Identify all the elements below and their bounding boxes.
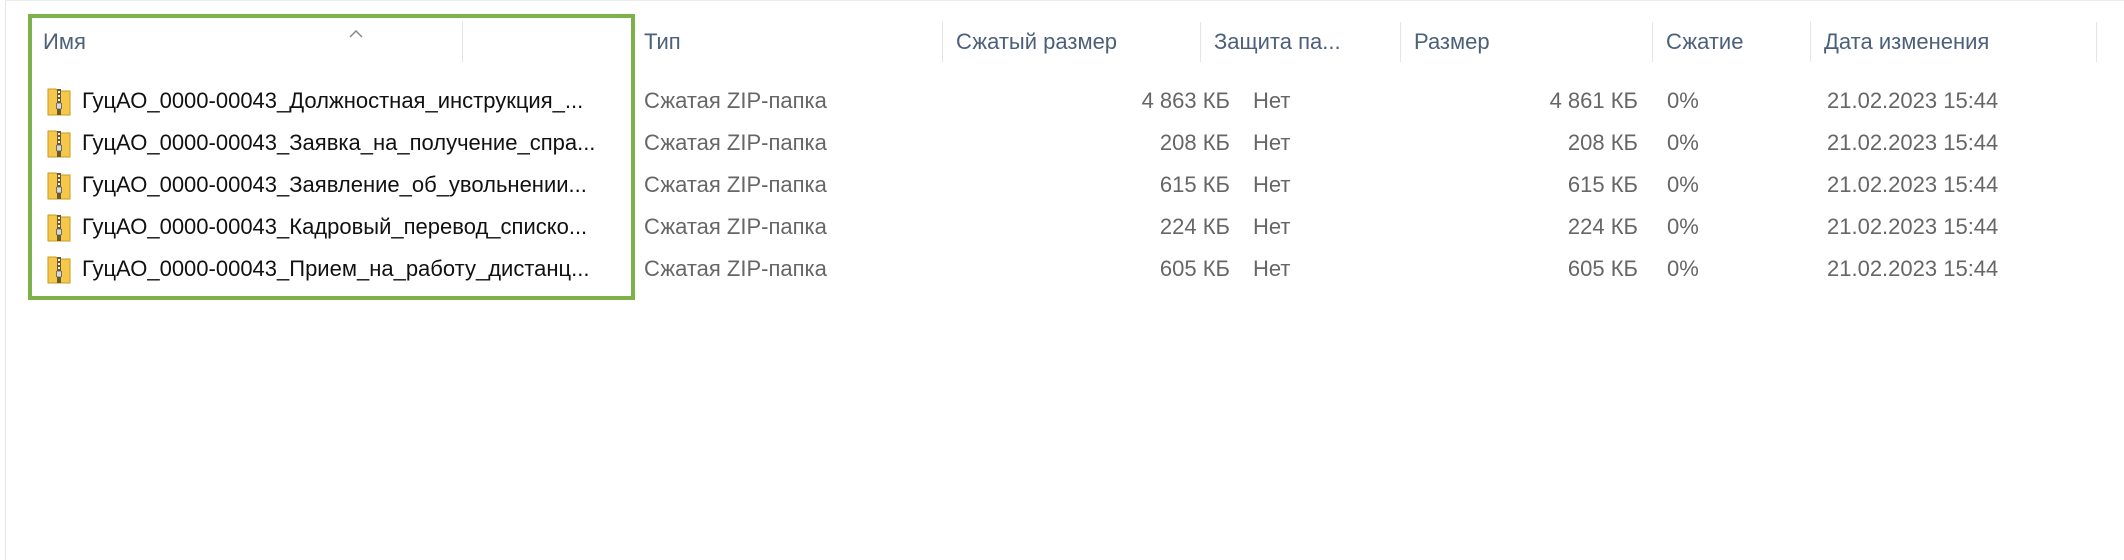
file-compressed-size: 4 863 КБ [1141,88,1230,113]
file-name[interactable]: ГуцАО_0000-00043_Должностная_инструкция_… [82,80,652,122]
column-header-size-label: Размер [1414,29,1490,54]
file-modified: 21.02.2023 15:44 [1827,130,1999,155]
file-name[interactable]: ГуцАО_0000-00043_Прием_на_работу_дистанц… [82,248,652,290]
file-size: 208 КБ [1567,130,1638,155]
file-ratio: 0% [1667,88,1699,113]
file-password-protected: Нет [1253,130,1291,155]
file-size: 605 КБ [1567,256,1638,281]
zip-folder-icon [47,172,71,200]
file-type: Сжатая ZIP-папка [644,214,827,239]
file-name[interactable]: ГуцАО_0000-00043_Заявка_на_получение_спр… [82,122,652,164]
column-header-modified-label: Дата изменения [1824,29,1990,54]
file-row[interactable]: ГуцАО_0000-00043_Должностная_инструкция_… [30,80,2110,122]
file-row[interactable]: ГуцАО_0000-00043_Заявление_об_увольнении… [30,164,2110,206]
file-ratio: 0% [1667,214,1699,239]
zip-folder-icon [47,256,71,284]
column-header-size[interactable]: Размер [1401,22,1651,62]
zip-folder-icon [47,214,71,242]
file-type: Сжатая ZIP-папка [644,172,827,197]
column-header-compressed-size[interactable]: Сжатый размер [943,22,1198,62]
file-modified: 21.02.2023 15:44 [1827,88,1999,113]
column-header-type-label: Тип [644,29,681,54]
file-compressed-size: 615 КБ [1159,172,1230,197]
file-type: Сжатая ZIP-папка [644,130,827,155]
column-header-password-protected-label: Защита па... [1214,29,1341,54]
file-password-protected: Нет [1253,256,1291,281]
file-size: 224 КБ [1567,214,1638,239]
file-size: 4 861 КБ [1549,88,1638,113]
file-compressed-size: 224 КБ [1159,214,1230,239]
column-header-row: Имя Тип Сжатый размер Защита па... Разме… [30,22,2110,62]
column-header-type[interactable]: Тип [631,22,901,62]
file-ratio: 0% [1667,172,1699,197]
file-password-protected: Нет [1253,88,1291,113]
file-ratio: 0% [1667,130,1699,155]
column-header-name-label: Имя [43,29,86,54]
file-size: 615 КБ [1567,172,1638,197]
file-ratio: 0% [1667,256,1699,281]
file-name[interactable]: ГуцАО_0000-00043_Заявление_об_увольнении… [82,164,652,206]
file-row[interactable]: ГуцАО_0000-00043_Прием_на_работу_дистанц… [30,248,2110,290]
column-header-password-protected[interactable]: Защита па... [1201,22,1399,62]
column-header-name[interactable]: Имя [30,22,462,62]
column-header-ratio[interactable]: Сжатие [1653,22,1808,62]
file-modified: 21.02.2023 15:44 [1827,256,1999,281]
file-modified: 21.02.2023 15:44 [1827,214,1999,239]
file-password-protected: Нет [1253,214,1291,239]
column-header-compressed-size-label: Сжатый размер [956,29,1118,54]
file-password-protected: Нет [1253,172,1291,197]
zip-folder-icon [47,88,71,116]
file-name[interactable]: ГуцАО_0000-00043_Кадровый_перевод_списко… [82,206,652,248]
file-type: Сжатая ZIP-папка [644,256,827,281]
column-divider[interactable] [462,22,463,62]
archive-file-list: Имя Тип Сжатый размер Защита па... Разме… [0,0,2124,560]
column-header-modified[interactable]: Дата изменения [1811,22,2096,62]
file-modified: 21.02.2023 15:44 [1827,172,1999,197]
sort-up-chevron-icon [349,30,363,38]
file-row[interactable]: ГуцАО_0000-00043_Заявка_на_получение_спр… [30,122,2110,164]
zip-folder-icon [47,130,71,158]
file-rows: ГуцАО_0000-00043_Должностная_инструкция_… [30,80,2110,290]
file-compressed-size: 208 КБ [1159,130,1230,155]
file-type: Сжатая ZIP-папка [644,88,827,113]
file-compressed-size: 605 КБ [1159,256,1230,281]
file-row[interactable]: ГуцАО_0000-00043_Кадровый_перевод_списко… [30,206,2110,248]
column-divider[interactable] [2096,22,2097,62]
column-header-ratio-label: Сжатие [1666,29,1744,54]
